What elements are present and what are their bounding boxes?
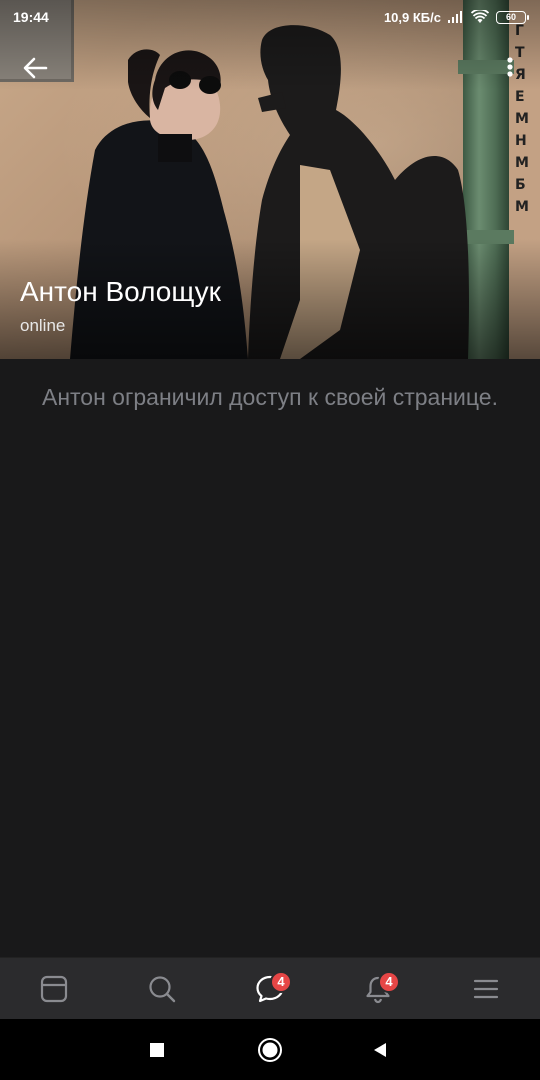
status-time: 19:44: [13, 9, 49, 25]
profile-name: Антон Волощук: [20, 276, 221, 307]
signal-icon: [448, 11, 462, 23]
more-vertical-icon: [507, 57, 513, 77]
battery-icon: 60: [496, 10, 529, 24]
triangle-back-icon: [374, 1043, 386, 1057]
system-navigation-bar: [0, 1019, 540, 1080]
nav-notifications[interactable]: 4: [348, 959, 408, 1019]
messages-badge: 4: [270, 970, 292, 993]
search-icon: [149, 975, 176, 1002]
notifications-badge: 4: [378, 970, 400, 993]
hamburger-menu-icon: [473, 979, 499, 998]
nav-messages[interactable]: 4: [240, 959, 300, 1019]
nav-search[interactable]: [132, 959, 192, 1019]
home-button[interactable]: [256, 1036, 284, 1064]
restricted-access-message: Антон ограничил доступ к своей странице.: [41, 384, 498, 410]
newsfeed-icon: [40, 975, 68, 1002]
recents-button[interactable]: [143, 1036, 171, 1064]
arrow-left-icon: [23, 57, 48, 79]
status-bar: 19:44 10,9 КБ/с 60: [0, 0, 540, 34]
status-indicators: 10,9 КБ/с 60: [383, 9, 529, 25]
nav-newsfeed[interactable]: [24, 959, 84, 1019]
network-speed: 10,9 КБ/с: [383, 9, 441, 25]
home-circle-icon: [258, 1038, 282, 1062]
wifi-icon: [471, 10, 489, 23]
square-icon: [150, 1043, 164, 1057]
back-button[interactable]: [18, 50, 54, 86]
nav-more[interactable]: [456, 959, 516, 1019]
online-status: online: [20, 316, 66, 335]
bottom-navigation: 4 4: [0, 957, 540, 1019]
system-back-button[interactable]: [366, 1036, 394, 1064]
more-options-button[interactable]: [496, 50, 524, 86]
